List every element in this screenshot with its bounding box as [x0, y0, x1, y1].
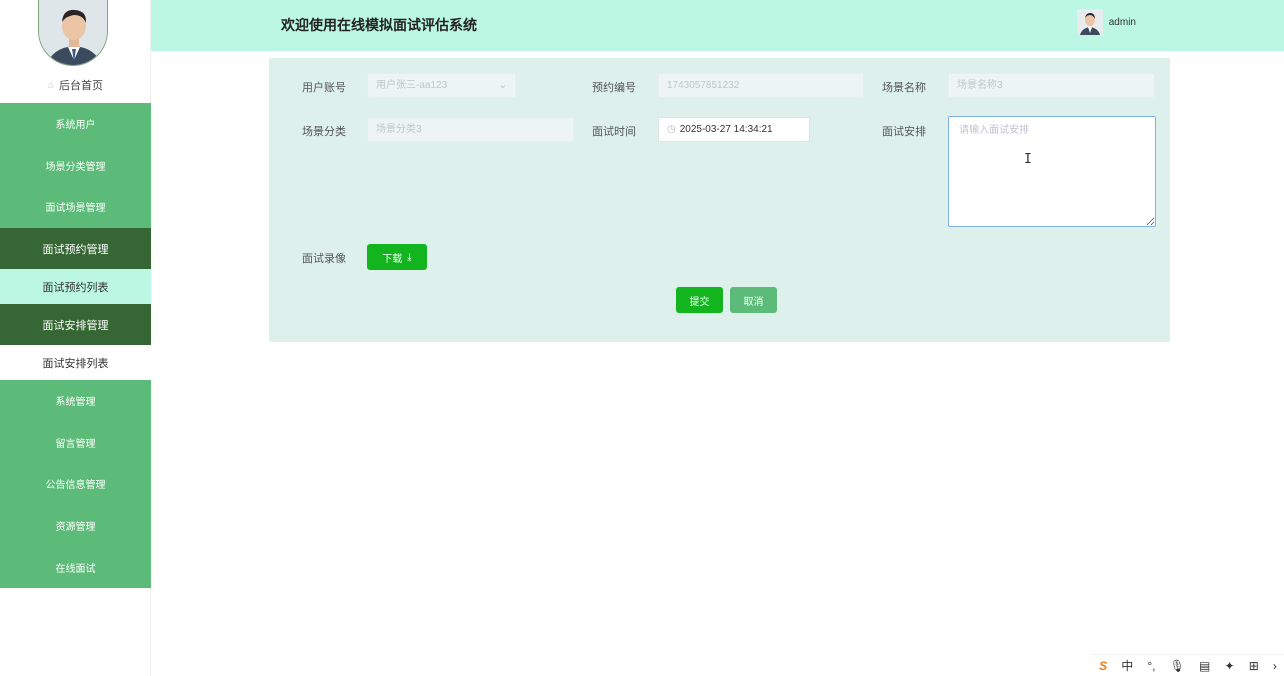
download-button[interactable]: 下载 ⤓	[367, 244, 427, 270]
edit-form: 用户账号 用户张三-aa123 ⌄ 预约编号 1743057851232 场景名…	[269, 58, 1170, 342]
arrangement-label: 面试安排	[882, 126, 926, 138]
user-avatar-photo	[1076, 9, 1103, 35]
interview-time-value: 2025-03-27 14:34:21	[679, 124, 773, 135]
user-avatar	[1076, 9, 1103, 35]
scene-category-label: 场景分类	[302, 126, 346, 138]
skin-icon[interactable]: ✦	[1225, 659, 1235, 673]
sidebar-item-booking-list[interactable]: 面试预约列表	[0, 269, 151, 304]
user-menu[interactable]: admin	[1076, 9, 1136, 35]
top-header: 欢迎使用在线模拟面试评估系统 admin	[151, 0, 1284, 51]
user-account-label: 用户账号	[302, 82, 346, 94]
sidebar-item-arrangement-management[interactable]: 面试安排管理	[0, 303, 151, 346]
recording-label: 面试录像	[302, 253, 346, 265]
sidebar-item-scene-category[interactable]: 场景分类管理	[0, 144, 151, 187]
avatar	[38, 0, 108, 66]
tray-more-icon[interactable]: ›	[1273, 659, 1277, 673]
admin-photo	[39, 0, 107, 65]
download-label: 下载	[382, 253, 403, 265]
interview-time-picker[interactable]: ◷ 2025-03-27 14:34:21	[658, 117, 810, 142]
sidebar-item-messages[interactable]: 留言管理	[0, 421, 151, 464]
home-link[interactable]: ⌂ 后台首页	[0, 72, 151, 98]
punctuation-icon[interactable]: °,	[1147, 659, 1155, 673]
username: admin	[1108, 16, 1136, 28]
text-cursor-icon: I	[1024, 152, 1032, 167]
scene-category-value: 场景分类3	[376, 124, 422, 135]
chevron-down-icon: ⌄	[498, 80, 507, 91]
scene-name-value: 场景名称3	[957, 80, 1003, 91]
keyboard-icon[interactable]: ▤	[1199, 659, 1210, 673]
sidebar-item-arrangement-list[interactable]: 面试安排列表	[0, 345, 151, 380]
submit-button[interactable]: 提交	[676, 287, 723, 313]
scene-category-field[interactable]: 场景分类3	[367, 117, 574, 142]
sidebar-item-online-interview[interactable]: 在线面试	[0, 546, 151, 588]
sidebar: ⌂ 后台首页 系统用户 场景分类管理 面试场景管理 面试预约管理 面试预约列表 …	[0, 0, 151, 676]
booking-no-value: 1743057851232	[667, 80, 740, 91]
sidebar-item-system-users[interactable]: 系统用户	[0, 103, 151, 145]
sogou-ime-icon[interactable]: S	[1099, 659, 1107, 673]
toolbox-icon[interactable]: ⊞	[1249, 659, 1259, 673]
booking-no-label: 预约编号	[592, 82, 636, 94]
page-title: 欢迎使用在线模拟面试评估系统	[281, 17, 477, 33]
clock-icon: ◷	[667, 124, 676, 135]
sidebar-item-announcements[interactable]: 公告信息管理	[0, 463, 151, 505]
sidebar-item-booking-management[interactable]: 面试预约管理	[0, 227, 151, 270]
scene-name-label: 场景名称	[882, 82, 926, 94]
microphone-icon[interactable]: 🎙	[1170, 659, 1185, 673]
user-account-select[interactable]: 用户张三-aa123 ⌄	[367, 73, 516, 98]
cancel-button[interactable]: 取消	[730, 287, 777, 313]
sidebar-item-interview-scene[interactable]: 面试场景管理	[0, 186, 151, 228]
sidebar-item-system-management[interactable]: 系统管理	[0, 379, 151, 422]
ime-mode-indicator[interactable]: 中	[1121, 657, 1133, 674]
arrangement-textarea[interactable]	[948, 116, 1156, 227]
system-tray: S 中 °, 🎙 ▤ ✦ ⊞ ›	[1092, 654, 1284, 676]
interview-time-label: 面试时间	[592, 126, 636, 138]
scene-name-field[interactable]: 场景名称3	[948, 73, 1155, 98]
home-icon: ⌂	[47, 79, 55, 91]
home-label: 后台首页	[59, 80, 104, 92]
booking-no-field[interactable]: 1743057851232	[658, 73, 864, 98]
download-icon: ⤓	[407, 251, 412, 263]
sidebar-menu: 系统用户 场景分类管理 面试场景管理 面试预约管理 面试预约列表 面试安排管理 …	[0, 103, 151, 588]
sidebar-item-resources[interactable]: 资源管理	[0, 504, 151, 547]
user-account-value: 用户张三-aa123	[376, 80, 448, 91]
